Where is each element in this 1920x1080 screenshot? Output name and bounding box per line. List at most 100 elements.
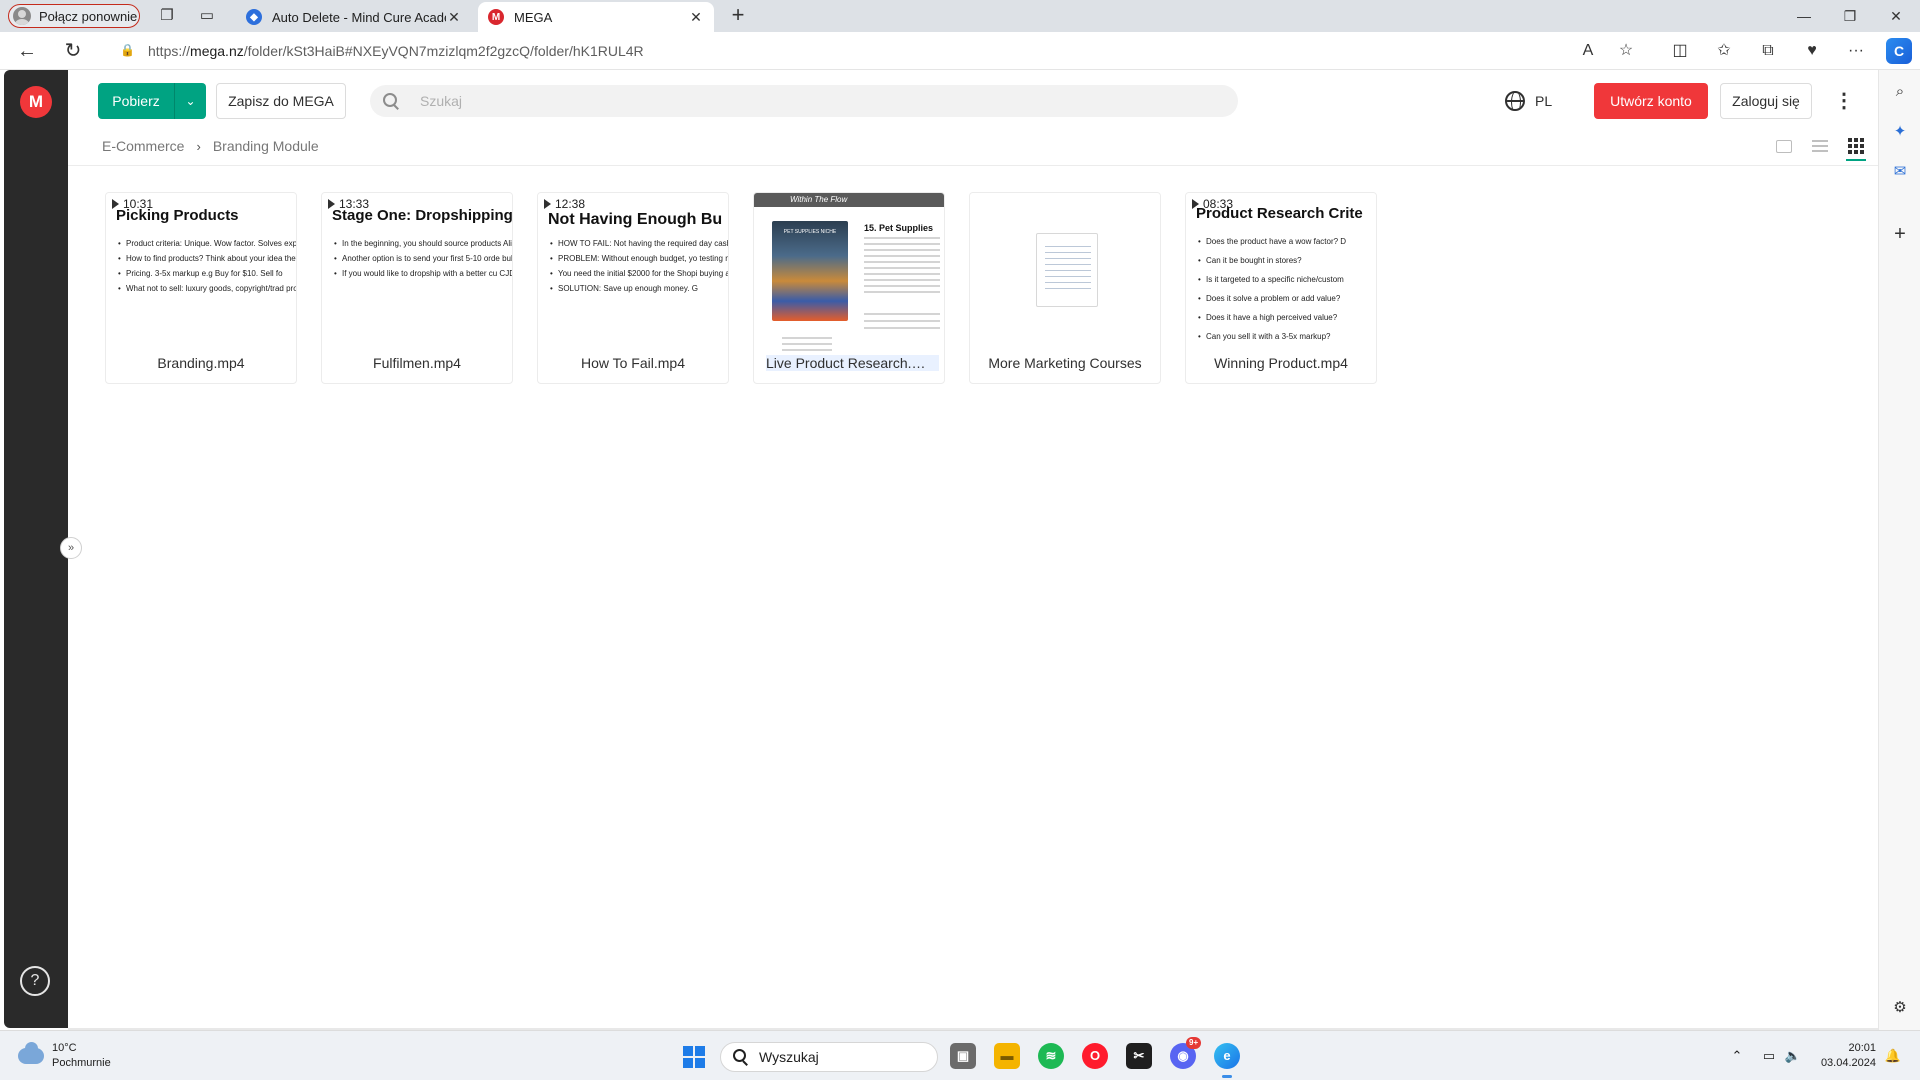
tab-actions-icon[interactable]: ▭ xyxy=(198,7,216,25)
language-selector[interactable]: PL xyxy=(1505,90,1552,112)
taskbar-search[interactable]: Wyszukaj xyxy=(720,1042,938,1072)
edge-icon[interactable]: e xyxy=(1214,1043,1240,1078)
download-button[interactable]: Pobierz ⌄ xyxy=(98,83,206,119)
clock-time: 20:01 xyxy=(1848,1042,1876,1054)
read-aloud-icon[interactable]: A xyxy=(1578,41,1598,61)
file-name: Branding.mp4 xyxy=(157,355,245,371)
file-explorer-icon[interactable]: ▬ xyxy=(994,1043,1020,1069)
mega-content: Pobierz ⌄ Zapisz do MEGA PL Utwórz konto… xyxy=(68,70,1878,1028)
play-icon xyxy=(112,199,119,209)
file-name: Live Product Research.mp4 xyxy=(766,355,939,371)
search-input[interactable] xyxy=(420,93,1200,109)
globe-icon xyxy=(1505,91,1525,111)
thumbnail-banner: Within The Flow xyxy=(754,193,944,207)
file-card-more-marketing[interactable]: More Marketing Courses xyxy=(969,192,1161,384)
create-account-button[interactable]: Utwórz konto xyxy=(1594,83,1708,119)
tab-favicon-icon: ◆ xyxy=(246,9,262,25)
opera-icon[interactable]: O xyxy=(1082,1043,1108,1069)
more-menu-icon[interactable]: ⋮ xyxy=(1834,90,1854,114)
close-window-icon[interactable]: ✕ xyxy=(1886,6,1906,26)
search-icon xyxy=(382,92,400,110)
download-options-chevron-icon[interactable]: ⌄ xyxy=(175,94,206,108)
sidebar-outlook-icon[interactable]: ✉ xyxy=(1890,162,1910,182)
play-icon xyxy=(544,199,551,209)
video-duration: 10:31 xyxy=(112,197,153,211)
breadcrumb-item-ecommerce[interactable]: E-Commerce xyxy=(102,138,184,154)
file-card-fulfilment[interactable]: 13:33 Stage One: Dropshipping In the beg… xyxy=(321,192,513,384)
tab-title: Auto Delete - Mind Cure Academy xyxy=(272,9,446,25)
breadcrumb-chevron-icon: › xyxy=(196,138,201,154)
more-options-icon[interactable]: ··· xyxy=(1846,41,1866,61)
refresh-icon[interactable]: ↻ xyxy=(62,40,84,62)
search-bar[interactable] xyxy=(370,85,1238,117)
thumbnail-bullets: Does the product have a wow factor? D Ca… xyxy=(1198,237,1376,351)
weather-widget[interactable]: 10°C Pochmurnie xyxy=(18,1041,111,1071)
file-name: Fulfilmen.mp4 xyxy=(373,355,461,371)
breadcrumb: E-Commerce › Branding Module xyxy=(102,134,319,158)
sidebar-copilot-icon[interactable]: ✦ xyxy=(1890,122,1910,142)
play-icon xyxy=(328,199,335,209)
expand-sidebar-icon[interactable]: » xyxy=(60,537,82,559)
sidebar-add-icon[interactable]: + xyxy=(1890,224,1910,244)
windows-taskbar: 10°C Pochmurnie Wyszukaj ▣ ▬ ≋ O ✂ ◉ 9+ e… xyxy=(0,1030,1920,1080)
language-code: PL xyxy=(1535,93,1553,109)
cloud-icon xyxy=(18,1042,44,1064)
capcut-icon[interactable]: ✂ xyxy=(1126,1043,1152,1069)
spotify-icon[interactable]: ≋ xyxy=(1038,1043,1064,1069)
network-icon[interactable]: ▭ xyxy=(1760,1047,1778,1065)
back-icon[interactable]: ← xyxy=(16,40,38,62)
weather-description: Pochmurnie xyxy=(52,1057,111,1069)
tab-mega[interactable]: M MEGA ✕ xyxy=(478,2,714,32)
file-card-winning-product[interactable]: 08:33 Product Research Crite Does the pr… xyxy=(1185,192,1377,384)
split-screen-icon[interactable]: ◫ xyxy=(1670,41,1690,61)
mega-left-rail: M ? xyxy=(4,70,68,1028)
notifications-bell-icon[interactable]: 🔔 xyxy=(1884,1047,1902,1065)
mega-logo[interactable]: M xyxy=(20,86,52,118)
task-view-icon[interactable]: ▣ xyxy=(950,1043,976,1069)
file-card-how-to-fail[interactable]: 12:38 Not Having Enough Bu HOW TO FAIL: … xyxy=(537,192,729,384)
close-tab-icon[interactable]: ✕ xyxy=(688,9,704,26)
save-to-mega-button[interactable]: Zapisz do MEGA xyxy=(216,83,346,119)
file-name: Winning Product.mp4 xyxy=(1214,355,1348,371)
file-card-branding[interactable]: 10:31 Picking Products Product criteria:… xyxy=(105,192,297,384)
download-label: Pobierz xyxy=(112,93,160,109)
start-button-icon[interactable] xyxy=(683,1046,705,1068)
video-thumbnail: Within The Flow 15. Pet Supplies xyxy=(754,193,944,353)
pet-supplies-image xyxy=(772,221,848,321)
breadcrumb-item-branding-module[interactable]: Branding Module xyxy=(213,138,319,154)
collections-icon[interactable]: ⧉ xyxy=(1758,41,1778,61)
video-thumbnail: 12:38 Not Having Enough Bu HOW TO FAIL: … xyxy=(538,193,728,353)
mega-favicon-icon: M xyxy=(488,9,504,25)
url-text: https://mega.nz/folder/kSt3HaiB#NXEyVQN7… xyxy=(148,43,644,59)
minimize-icon[interactable]: — xyxy=(1794,6,1814,26)
sidebar-settings-icon[interactable]: ⚙ xyxy=(1890,998,1910,1018)
tray-overflow-chevron-icon[interactable]: ⌃ xyxy=(1728,1047,1746,1065)
browser-tab-strip: Połącz ponownie ❐ ▭ ◆ Auto Delete - Mind… xyxy=(0,0,1920,32)
list-view-icon[interactable] xyxy=(1810,136,1830,156)
clock-date: 03.04.2024 xyxy=(1820,1057,1876,1069)
restore-icon[interactable]: ❐ xyxy=(1840,6,1860,26)
sidebar-search-icon[interactable]: ⌕ xyxy=(1890,82,1910,102)
copilot-icon[interactable]: C xyxy=(1886,38,1912,64)
favorites-icon[interactable]: ✩ xyxy=(1714,41,1734,61)
discord-notification-badge: 9+ xyxy=(1186,1037,1202,1049)
profile-button[interactable]: Połącz ponownie xyxy=(8,4,140,28)
close-tab-icon[interactable]: ✕ xyxy=(446,9,462,26)
system-clock[interactable]: 20:01 03.04.2024 xyxy=(1810,1041,1876,1071)
profile-avatar-icon xyxy=(13,7,31,25)
favorite-star-icon[interactable]: ☆ xyxy=(1616,41,1636,61)
grid-view-icon[interactable] xyxy=(1846,136,1866,161)
new-tab-icon[interactable]: + xyxy=(726,4,750,28)
help-icon[interactable]: ? xyxy=(20,966,50,996)
workspaces-icon[interactable]: ❐ xyxy=(158,7,176,25)
login-button[interactable]: Zaloguj się xyxy=(1720,83,1812,119)
url-field[interactable]: 🔒 https://mega.nz/folder/kSt3HaiB#NXEyVQ… xyxy=(110,37,1570,65)
thumbnail-view-icon[interactable] xyxy=(1774,136,1794,156)
volume-icon[interactable]: 🔈 xyxy=(1784,1047,1802,1065)
tab-auto-delete[interactable]: ◆ Auto Delete - Mind Cure Academy ✕ xyxy=(236,2,472,32)
video-duration: 13:33 xyxy=(328,197,369,211)
extensions-icon[interactable]: ♥ xyxy=(1802,41,1822,61)
file-card-live-product-research[interactable]: Within The Flow 15. Pet Supplies Live Pr… xyxy=(753,192,945,384)
discord-icon[interactable]: ◉ 9+ xyxy=(1170,1037,1202,1069)
document-icon xyxy=(1036,233,1098,307)
